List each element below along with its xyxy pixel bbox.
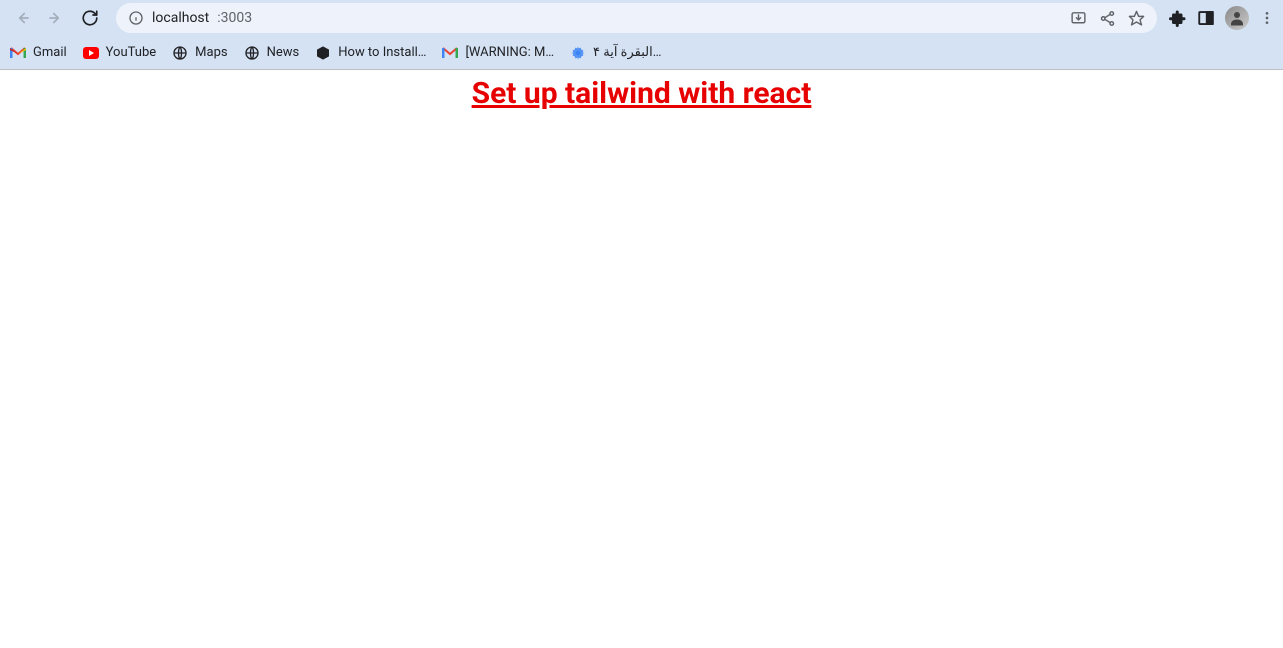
forward-button[interactable] (42, 4, 70, 32)
url-port: :3003 (217, 10, 252, 26)
hex-icon (315, 45, 331, 61)
bookmark-label: News (267, 45, 300, 60)
bookmark-label: [WARNING: M… (465, 45, 554, 60)
arrow-left-icon (13, 9, 31, 27)
bookmark-label: How to Install… (338, 45, 426, 60)
bookmark-label: Gmail (33, 45, 67, 60)
reload-button[interactable] (76, 4, 104, 32)
bookmark-gmail[interactable]: Gmail (10, 45, 67, 61)
blue-gear-icon (570, 45, 586, 61)
avatar-icon (1228, 9, 1246, 27)
share-icon[interactable] (1099, 10, 1116, 27)
toolbar-right-actions (1169, 6, 1275, 30)
globe-icon (244, 45, 260, 61)
url-host: localhost (152, 10, 209, 26)
install-icon[interactable] (1070, 10, 1087, 27)
bookmark-news[interactable]: News (244, 45, 300, 61)
page-heading[interactable]: Set up tailwind with react (0, 76, 1283, 111)
star-icon[interactable] (1128, 10, 1145, 27)
bookmarks-bar: Gmail YouTube Maps News How to Install… … (0, 36, 1283, 70)
menu-dots-icon[interactable] (1259, 10, 1275, 26)
address-bar-actions (1070, 10, 1145, 27)
bookmark-label: Maps (195, 45, 227, 60)
extensions-icon[interactable] (1169, 9, 1187, 27)
bookmark-warning[interactable]: [WARNING: M… (442, 45, 554, 61)
gmail-icon (442, 45, 458, 61)
youtube-icon (83, 45, 99, 61)
bookmark-maps[interactable]: Maps (172, 45, 227, 61)
info-icon (128, 10, 144, 26)
page-content: Set up tailwind with react (0, 70, 1283, 111)
browser-toolbar: localhost :3003 (0, 0, 1283, 36)
back-button[interactable] (8, 4, 36, 32)
bookmark-arabic[interactable]: البقرة آية ۴… (570, 45, 661, 61)
gmail-icon (10, 45, 26, 61)
bookmark-label: البقرة آية ۴… (593, 45, 661, 60)
side-panel-icon[interactable] (1197, 9, 1215, 27)
reload-icon (81, 9, 99, 27)
address-bar[interactable]: localhost :3003 (116, 3, 1157, 33)
bookmark-label: YouTube (106, 45, 157, 60)
globe-icon (172, 45, 188, 61)
profile-avatar[interactable] (1225, 6, 1249, 30)
bookmark-how-to-install[interactable]: How to Install… (315, 45, 426, 61)
arrow-right-icon (47, 9, 65, 27)
bookmark-youtube[interactable]: YouTube (83, 45, 157, 61)
